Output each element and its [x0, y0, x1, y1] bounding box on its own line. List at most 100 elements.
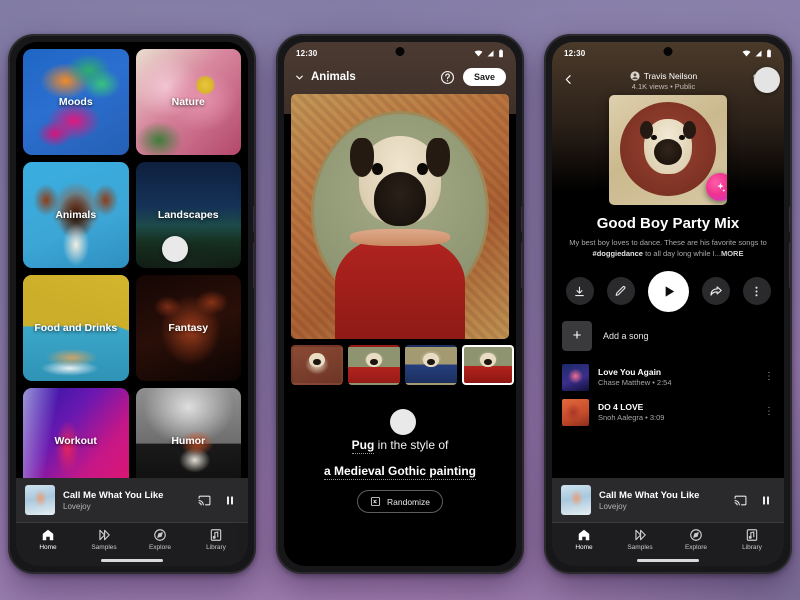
list-item[interactable]: DO 4 LOVE Snoh Aalegra • 3:09 ⋮: [552, 395, 784, 430]
playlist-header: Travis Neilson 4.1K views • Public: [552, 64, 784, 93]
phone-1-explore: Moods Nature Animals Landscapes Food and…: [8, 34, 256, 574]
play-button[interactable]: [647, 270, 689, 312]
volume-button[interactable]: [253, 206, 254, 232]
status-icons: [742, 48, 772, 58]
tile-label: Food and Drinks: [34, 322, 118, 334]
thumbnail-variant-3[interactable]: [405, 345, 457, 385]
owner-row: Travis Neilson: [575, 71, 752, 81]
shuffle-box-icon: [370, 496, 381, 507]
add-song-row[interactable]: + Add a song: [552, 320, 784, 360]
power-button[interactable]: [789, 242, 790, 288]
prompt-subject-chip[interactable]: Pug: [351, 438, 375, 454]
artwork-collar: [349, 228, 451, 246]
now-playing-artist: Lovejoy: [63, 501, 91, 511]
tile-food-and-drinks[interactable]: Food and Drinks: [23, 275, 129, 381]
owner-info[interactable]: Travis Neilson 4.1K views • Public: [575, 69, 752, 91]
mini-player[interactable]: Call Me What You Like Lovejoy: [16, 478, 248, 522]
nav-item-samples[interactable]: Samples: [76, 528, 132, 551]
prompt-line-2: a Medieval Gothic painting: [323, 464, 477, 480]
sparkle-icon[interactable]: [706, 173, 727, 201]
nav-item-explore[interactable]: Explore: [668, 528, 724, 551]
touch-cursor: [161, 236, 188, 262]
save-button[interactable]: Save: [462, 68, 506, 86]
phone-2-screen: 12:30 Animals Save Pug in the style of a…: [284, 42, 516, 566]
description-line-2a: songs to: [738, 238, 767, 247]
tile-label: Fantasy: [168, 322, 209, 334]
artwork-dog-eye-left: [371, 162, 383, 175]
album-dog-eye-right: [678, 134, 685, 141]
description-hashtag[interactable]: #doggiedance: [593, 249, 643, 258]
nav-item-library[interactable]: Library: [188, 528, 244, 551]
nav-item-library[interactable]: Library: [724, 528, 780, 551]
edit-button[interactable]: [606, 277, 635, 305]
pause-icon[interactable]: [757, 491, 775, 509]
thumbnail-variant-4-selected[interactable]: [462, 345, 514, 385]
now-playing-thumbnail: [25, 485, 55, 515]
volume-button[interactable]: [521, 206, 522, 232]
category-selector[interactable]: Animals: [294, 71, 356, 83]
tile-landscapes[interactable]: Landscapes: [135, 162, 241, 268]
touch-cursor: [390, 409, 416, 435]
prompt-style-chip[interactable]: a Medieval Gothic painting: [323, 464, 477, 480]
tile-nature[interactable]: Nature: [135, 49, 241, 155]
header-actions: Save: [440, 68, 506, 86]
thumbnail-variant-1[interactable]: [291, 345, 343, 385]
randomize-label: Randomize: [387, 496, 430, 507]
wifi-icon: [742, 50, 751, 56]
playlist-title: Good Boy Party Mix: [596, 215, 740, 232]
tile-humor[interactable]: Humor: [135, 388, 241, 478]
playlist-meta: 4.1K views • Public: [631, 82, 696, 91]
volume-button[interactable]: [789, 206, 790, 232]
power-button[interactable]: [253, 242, 254, 288]
account-icon: [630, 71, 640, 81]
prompt-connector: in the style of: [374, 438, 449, 452]
cast-icon[interactable]: [195, 491, 213, 509]
plus-icon[interactable]: +: [562, 320, 592, 351]
randomize-button[interactable]: Randomize: [357, 490, 443, 513]
phone-2-art-generator: 12:30 Animals Save Pug in the style of a…: [276, 34, 524, 574]
nav-item-home[interactable]: Home: [20, 528, 76, 551]
song-title: Love You Again: [598, 367, 662, 377]
status-time: 12:30: [564, 48, 586, 58]
song-subtitle: Snoh Aalegra • 3:09: [598, 413, 665, 422]
category-grid: Moods Nature Animals Landscapes Food and…: [16, 42, 248, 478]
nav-item-home[interactable]: Home: [556, 528, 612, 551]
tile-animals[interactable]: Animals: [23, 162, 129, 268]
playlist-description[interactable]: My best boy loves to dance. These are hi…: [552, 232, 784, 260]
category-header: Animals Save: [284, 64, 516, 94]
cast-icon[interactable]: [731, 491, 749, 509]
song-more-icon[interactable]: ⋮: [764, 372, 774, 382]
download-button[interactable]: [565, 277, 594, 305]
song-meta: Love You Again Chase Matthew • 2:54: [598, 367, 755, 387]
now-playing-meta: Call Me What You Like Lovejoy: [63, 490, 187, 511]
tile-fantasy[interactable]: Fantasy: [135, 275, 241, 381]
signal-icon: [755, 50, 762, 56]
pause-icon[interactable]: [221, 491, 239, 509]
chevron-down-icon: [296, 75, 303, 79]
nav-item-samples[interactable]: Samples: [612, 528, 668, 551]
power-button[interactable]: [521, 242, 522, 288]
song-meta: DO 4 LOVE Snoh Aalegra • 3:09: [598, 402, 755, 422]
artwork-dog-ear-left: [349, 138, 374, 178]
artwork-robe: [334, 236, 466, 339]
mini-player[interactable]: Call Me What You Like Lovejoy: [552, 478, 784, 522]
song-thumbnail: [562, 398, 589, 426]
add-song-label: Add a song: [603, 330, 649, 341]
share-button[interactable]: [701, 277, 730, 305]
kebab-icon: [755, 286, 758, 296]
thumbnail-variant-2[interactable]: [348, 345, 400, 385]
description-more-link[interactable]: MORE: [721, 249, 744, 258]
more-button[interactable]: [742, 277, 771, 305]
tile-label: Animals: [55, 209, 97, 221]
nav-item-explore[interactable]: Explore: [132, 528, 188, 551]
generated-artwork[interactable]: [291, 94, 509, 339]
help-circle-icon[interactable]: [440, 70, 455, 85]
status-time: 12:30: [296, 48, 318, 58]
tile-moods[interactable]: Moods: [23, 49, 129, 155]
album-art[interactable]: [609, 95, 727, 205]
back-arrow-icon[interactable]: [562, 73, 575, 86]
tile-workout[interactable]: Workout: [23, 388, 129, 478]
nav-label: Samples: [91, 544, 117, 551]
song-more-icon[interactable]: ⋮: [764, 407, 774, 417]
list-item[interactable]: Love You Again Chase Matthew • 2:54 ⋮: [552, 360, 784, 395]
